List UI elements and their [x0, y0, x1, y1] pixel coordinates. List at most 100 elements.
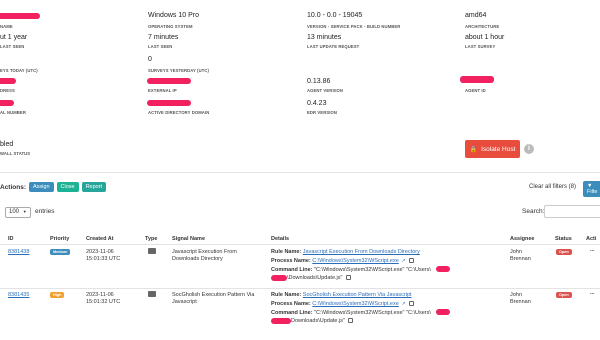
external-link-icon[interactable]: ↗: [401, 301, 405, 307]
signal-name-line2: Downloads Directory: [172, 256, 223, 262]
table-row: 8381438 Medium 2023-11-06 15:01:33 UTC J…: [0, 244, 600, 288]
filter-button[interactable]: ▼ Filte: [583, 181, 600, 197]
process-name-link[interactable]: C:\Windows\System32\WScript.exe: [312, 258, 399, 264]
close-button[interactable]: Close: [56, 182, 79, 192]
isolate-host-button[interactable]: 🔒 Isolate Host: [465, 140, 520, 158]
hostname-label: NAME: [0, 24, 13, 29]
copy-icon[interactable]: [409, 258, 415, 264]
firewall-status-label: WALL STATUS: [0, 151, 31, 156]
signal-id-link[interactable]: 8381435: [8, 292, 29, 298]
ip-address-label: DRESS: [0, 88, 15, 93]
table-row: 8381435 High 2023-11-06 15:01:32 UTC Soc…: [0, 288, 600, 340]
signal-id-link[interactable]: 8381438: [8, 249, 29, 255]
version-label: VERSION - SERVICE PACK - BUILD NUMBER: [307, 24, 401, 29]
redacted-username: [436, 309, 450, 315]
version-value: 10.0 - 0.0 - 19045: [307, 12, 363, 19]
redacted-hostname: [0, 13, 40, 19]
rule-name-link[interactable]: Javascript Execution From Downloads Dire…: [303, 249, 420, 255]
firewall-status-value: bled: [0, 141, 14, 148]
col-signal-name[interactable]: Signal Name: [172, 236, 205, 242]
edr-version-value: 0.4.23: [307, 100, 327, 107]
col-assignee[interactable]: Assignee: [510, 236, 534, 242]
redacted-agent-id: [460, 76, 494, 83]
command-line-tail: Downloads\Update.js": [291, 318, 354, 324]
command-line-tail-value: \Downloads\Update.js": [287, 275, 343, 281]
redacted-username: [436, 266, 450, 272]
row-actions-button[interactable]: ...: [590, 247, 595, 253]
entries-label: entries: [35, 208, 55, 215]
serial-number-label: AL NUMBER: [0, 110, 26, 115]
col-created-at[interactable]: Created At: [86, 236, 114, 242]
redacted-username: [271, 275, 287, 281]
command-line: Command Line: "C:\Windows\System32\WScri…: [271, 267, 431, 273]
rule-name-label: Rule Name:: [271, 292, 302, 298]
command-line-tail-value: Downloads\Update.js": [291, 318, 345, 324]
created-time: 15:01:32 UTC: [86, 299, 121, 305]
command-line-label: Command Line:: [271, 310, 313, 316]
assignee-first: John: [510, 292, 522, 298]
last-seen-value: 7 minutes: [148, 34, 179, 41]
command-line-value: "C:\Windows\System32\WScript.exe" "C:\Us…: [314, 267, 431, 273]
ad-domain-label: ACTIVE DIRECTORY DOMAIN: [148, 110, 210, 115]
rule-name: Rule Name: Javascript Execution From Dow…: [271, 249, 420, 255]
agent-version-value: 0.13.86: [307, 78, 331, 85]
assignee-last: Brennan: [510, 299, 531, 305]
chevron-down-icon: ▼: [22, 209, 27, 214]
col-id[interactable]: ID: [8, 236, 14, 242]
assignee-first: John: [510, 249, 522, 255]
rule-name-link[interactable]: SocGholish Execution Pattern Via Javascr…: [303, 292, 412, 298]
status-badge: Open: [556, 249, 572, 255]
command-line-label: Command Line:: [271, 267, 313, 273]
process-name-link[interactable]: C:\Windows\System32\WScript.exe: [312, 301, 399, 307]
priority-badge: High: [50, 292, 65, 298]
edr-version-label: EDR VERSION: [307, 110, 337, 115]
last-update-label: LAST UPDATE REQUEST: [307, 44, 360, 49]
actions-bar: Actions: Assign Close Report: [0, 182, 107, 192]
search-label: Search:: [522, 208, 545, 215]
copy-icon[interactable]: [409, 301, 415, 307]
command-line-value: "C:\Windows\System32\WScript.exe" "C:\Us…: [314, 310, 431, 316]
report-button[interactable]: Report: [81, 182, 107, 192]
redacted-serial-number: [0, 100, 14, 106]
isolate-host-label: Isolate Host: [481, 145, 516, 153]
filter-label: Filte: [587, 189, 598, 195]
surveys-today-label: EYS TODAY (UTC): [0, 68, 38, 73]
col-details[interactable]: Details: [271, 236, 289, 242]
copy-icon[interactable]: [348, 318, 354, 324]
signal-name-line1: Javascript Execution From: [172, 249, 237, 255]
last-update-value: 13 minutes: [307, 34, 342, 41]
arch-label: ARCHITECTURE: [465, 24, 500, 29]
arch-value: amd64: [465, 12, 487, 19]
priority-badge: Medium: [50, 249, 71, 255]
redacted-ad-domain: [147, 100, 191, 106]
process-name: Process Name: C:\Windows\System32\WScrip…: [271, 301, 415, 307]
os-value: Windows 10 Pro: [148, 12, 199, 19]
assign-button[interactable]: Assign: [29, 182, 54, 192]
signal-name-line2: Javascript: [172, 299, 197, 305]
col-priority[interactable]: Priority: [50, 236, 69, 242]
external-link-icon[interactable]: ↗: [401, 258, 405, 264]
process-name: Process Name: C:\Windows\System32\WScrip…: [271, 258, 415, 264]
process-name-label: Process Name:: [271, 258, 311, 264]
copy-icon[interactable]: [346, 275, 351, 281]
external-ip-label: EXTERNAL IP: [148, 88, 177, 93]
lock-icon: 🔒: [469, 146, 478, 153]
created-date: 2023-11-06: [86, 292, 114, 298]
command-line-tail: \Downloads\Update.js": [287, 275, 351, 281]
search-input[interactable]: [544, 205, 600, 218]
redacted-external-ip: [147, 78, 191, 84]
surveys-yesterday-label: SURVEYS YESTERDAY (UTC): [148, 68, 210, 73]
col-status[interactable]: Status: [555, 236, 572, 242]
os-label: OPERATING SYSTEM: [148, 24, 193, 29]
clear-filters-button[interactable]: Clear all filters (8): [529, 184, 576, 190]
col-actions[interactable]: Acti: [586, 236, 596, 242]
created-time: 15:01:33 UTC: [86, 256, 121, 262]
page-size-select[interactable]: 100 ▼: [5, 207, 31, 218]
info-icon[interactable]: i: [524, 144, 534, 154]
row-actions-button[interactable]: ...: [590, 290, 595, 296]
col-type[interactable]: Type: [145, 236, 157, 242]
redacted-username: [271, 318, 291, 324]
actions-label: Actions:: [0, 183, 26, 191]
agent-version-label: AGENT VERSION: [307, 88, 343, 93]
rule-name: Rule Name: SocGholish Execution Pattern …: [271, 292, 412, 298]
